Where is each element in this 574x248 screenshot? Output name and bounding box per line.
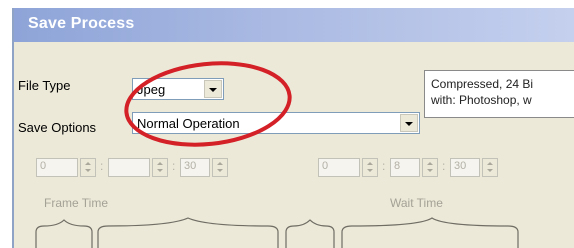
- timeline-brackets: [35, 217, 519, 248]
- timeline-bracket: [35, 219, 93, 248]
- timeline-bracket: [341, 217, 519, 248]
- annotation-overlay: [35, 61, 519, 248]
- timeline-bracket: [285, 219, 335, 248]
- timeline-bracket: [97, 217, 279, 248]
- highlight-ellipse: [124, 61, 292, 147]
